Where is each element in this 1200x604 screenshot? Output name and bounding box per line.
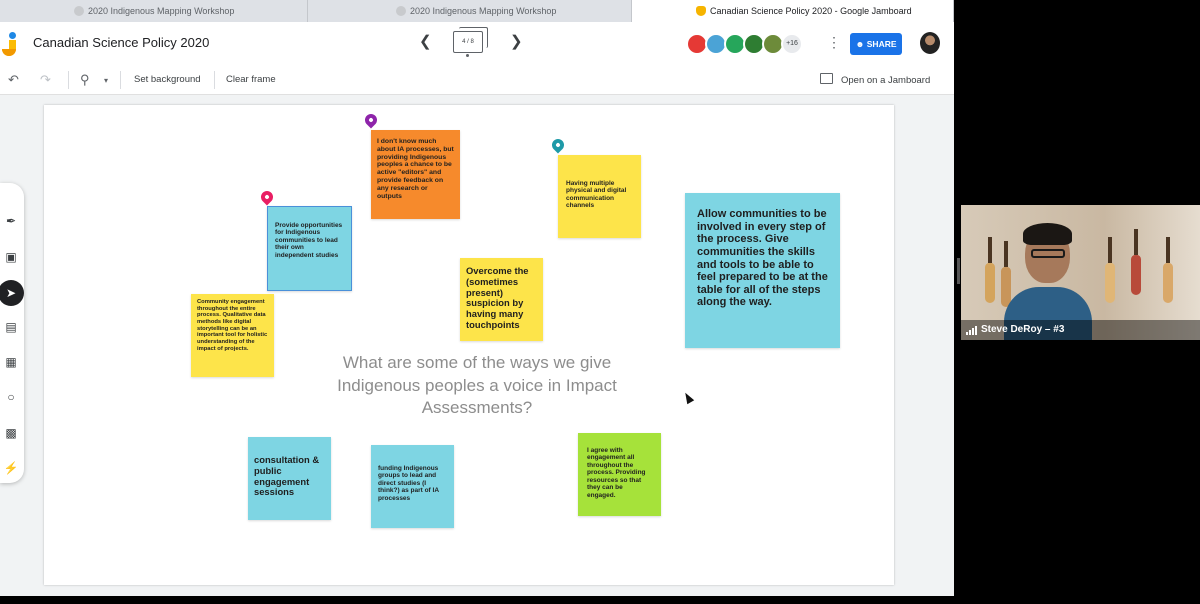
toolbar-divider	[68, 71, 69, 89]
tab-mapping-workshop-2[interactable]: 2020 Indigenous Mapping Workshop	[308, 0, 632, 22]
tab-title: Canadian Science Policy 2020 - Google Ja…	[710, 6, 912, 16]
guitar-icon	[1131, 229, 1141, 295]
eraser-tool-icon[interactable]: ▣	[3, 249, 19, 265]
laser-tool-icon[interactable]: ⚡	[3, 460, 19, 476]
frame-counter[interactable]: 4 / 8	[453, 27, 488, 53]
participant-name-bar: Steve DeRoy – #3	[961, 320, 1200, 340]
jamboard-logo-icon	[2, 32, 16, 56]
zoom-dropdown-icon[interactable]: ▾	[104, 76, 108, 85]
sticky-note[interactable]: funding Indigenous groups to lead and di…	[371, 445, 454, 528]
panel-resize-handle[interactable]	[957, 258, 960, 284]
undo-icon[interactable]: ↶	[8, 72, 19, 88]
next-frame-icon[interactable]: ❯	[510, 32, 523, 50]
open-on-jamboard-button[interactable]: Open on a Jamboard	[820, 73, 930, 86]
sticky-note[interactable]: I agree with engagement all throughout t…	[578, 433, 661, 516]
tab-mapping-workshop-1[interactable]: 2020 Indigenous Mapping Workshop	[0, 0, 308, 22]
participant-glasses	[1031, 249, 1065, 258]
signal-strength-icon	[966, 326, 978, 335]
select-tool-icon[interactable]: ➤	[0, 280, 24, 306]
participant-video-tile[interactable]: Steve DeRoy – #3	[961, 205, 1200, 340]
pen-tool-icon[interactable]: ✒	[3, 213, 19, 229]
open-on-jamboard-label: Open on a Jamboard	[841, 75, 931, 86]
tab-favicon-icon	[74, 6, 84, 16]
redo-icon[interactable]: ↷	[40, 72, 51, 88]
tab-strip: 2020 Indigenous Mapping Workshop 2020 In…	[0, 0, 954, 22]
jam-title[interactable]: Canadian Science Policy 2020	[33, 35, 209, 50]
toolbar: ↶ ↷ ⚲ ▾ Set background Clear frame Open …	[0, 66, 954, 95]
more-options-icon[interactable]: ⋮	[827, 34, 841, 51]
guitar-icon	[985, 237, 995, 303]
toolbar-divider	[120, 71, 121, 89]
tab-title: 2020 Indigenous Mapping Workshop	[88, 6, 235, 16]
circle-tool-icon[interactable]: ○	[3, 389, 19, 405]
present-icon	[820, 73, 833, 84]
sticky-note[interactable]: Having multiple physical and digital com…	[558, 155, 641, 238]
sticky-note[interactable]: consultation & public engagement session…	[248, 437, 331, 520]
jamboard-favicon-icon	[696, 6, 706, 16]
add-image-tool-icon[interactable]: ▦	[3, 354, 19, 370]
sticky-note[interactable]: I don't know much about IA processes, bu…	[371, 130, 460, 219]
clear-frame-button[interactable]: Clear frame	[226, 74, 276, 85]
share-label: SHARE	[866, 39, 897, 49]
zoom-icon[interactable]: ⚲	[80, 72, 90, 88]
previous-frame-icon[interactable]: ❮	[419, 32, 432, 50]
toolbar-divider	[214, 71, 215, 89]
person-icon: ☻	[855, 39, 867, 49]
participant-hair	[1023, 223, 1072, 245]
guitar-icon	[1163, 237, 1173, 303]
sticky-note-tool-icon[interactable]: ▤	[3, 319, 19, 335]
bottom-strip	[0, 596, 954, 604]
sticky-note[interactable]: Overcome the (sometimes present) suspici…	[460, 258, 543, 341]
frame-prompt-text: What are some of the ways we give Indige…	[337, 353, 617, 418]
frame-indicator-dot	[466, 54, 469, 57]
tab-title: 2020 Indigenous Mapping Workshop	[410, 6, 557, 16]
guitar-icon	[1105, 237, 1115, 303]
sticky-note[interactable]: Community engagement throughout the enti…	[191, 294, 274, 377]
browser-window: 2020 Indigenous Mapping Workshop 2020 In…	[0, 0, 954, 596]
tab-jamboard[interactable]: Canadian Science Policy 2020 - Google Ja…	[632, 0, 954, 22]
app-bar: Canadian Science Policy 2020 ❮ 4 / 8 ❯ +…	[0, 22, 954, 67]
tool-sidebar: ✒ ▣ ➤ ▤ ▦ ○ ▩ ⚡	[0, 183, 24, 483]
account-avatar[interactable]	[920, 32, 940, 54]
tab-favicon-icon	[396, 6, 406, 16]
text-box-tool-icon[interactable]: ▩	[3, 425, 19, 441]
sticky-note[interactable]: Provide opportunities for Indigenous com…	[267, 206, 352, 291]
participant-name: Steve DeRoy – #3	[981, 324, 1065, 335]
set-background-button[interactable]: Set background	[134, 74, 201, 85]
sticky-note[interactable]: Allow communities to be involved in ever…	[685, 193, 840, 348]
share-button[interactable]: ☻ SHARE	[850, 33, 902, 55]
more-collaborators-count[interactable]: +16	[781, 33, 803, 55]
